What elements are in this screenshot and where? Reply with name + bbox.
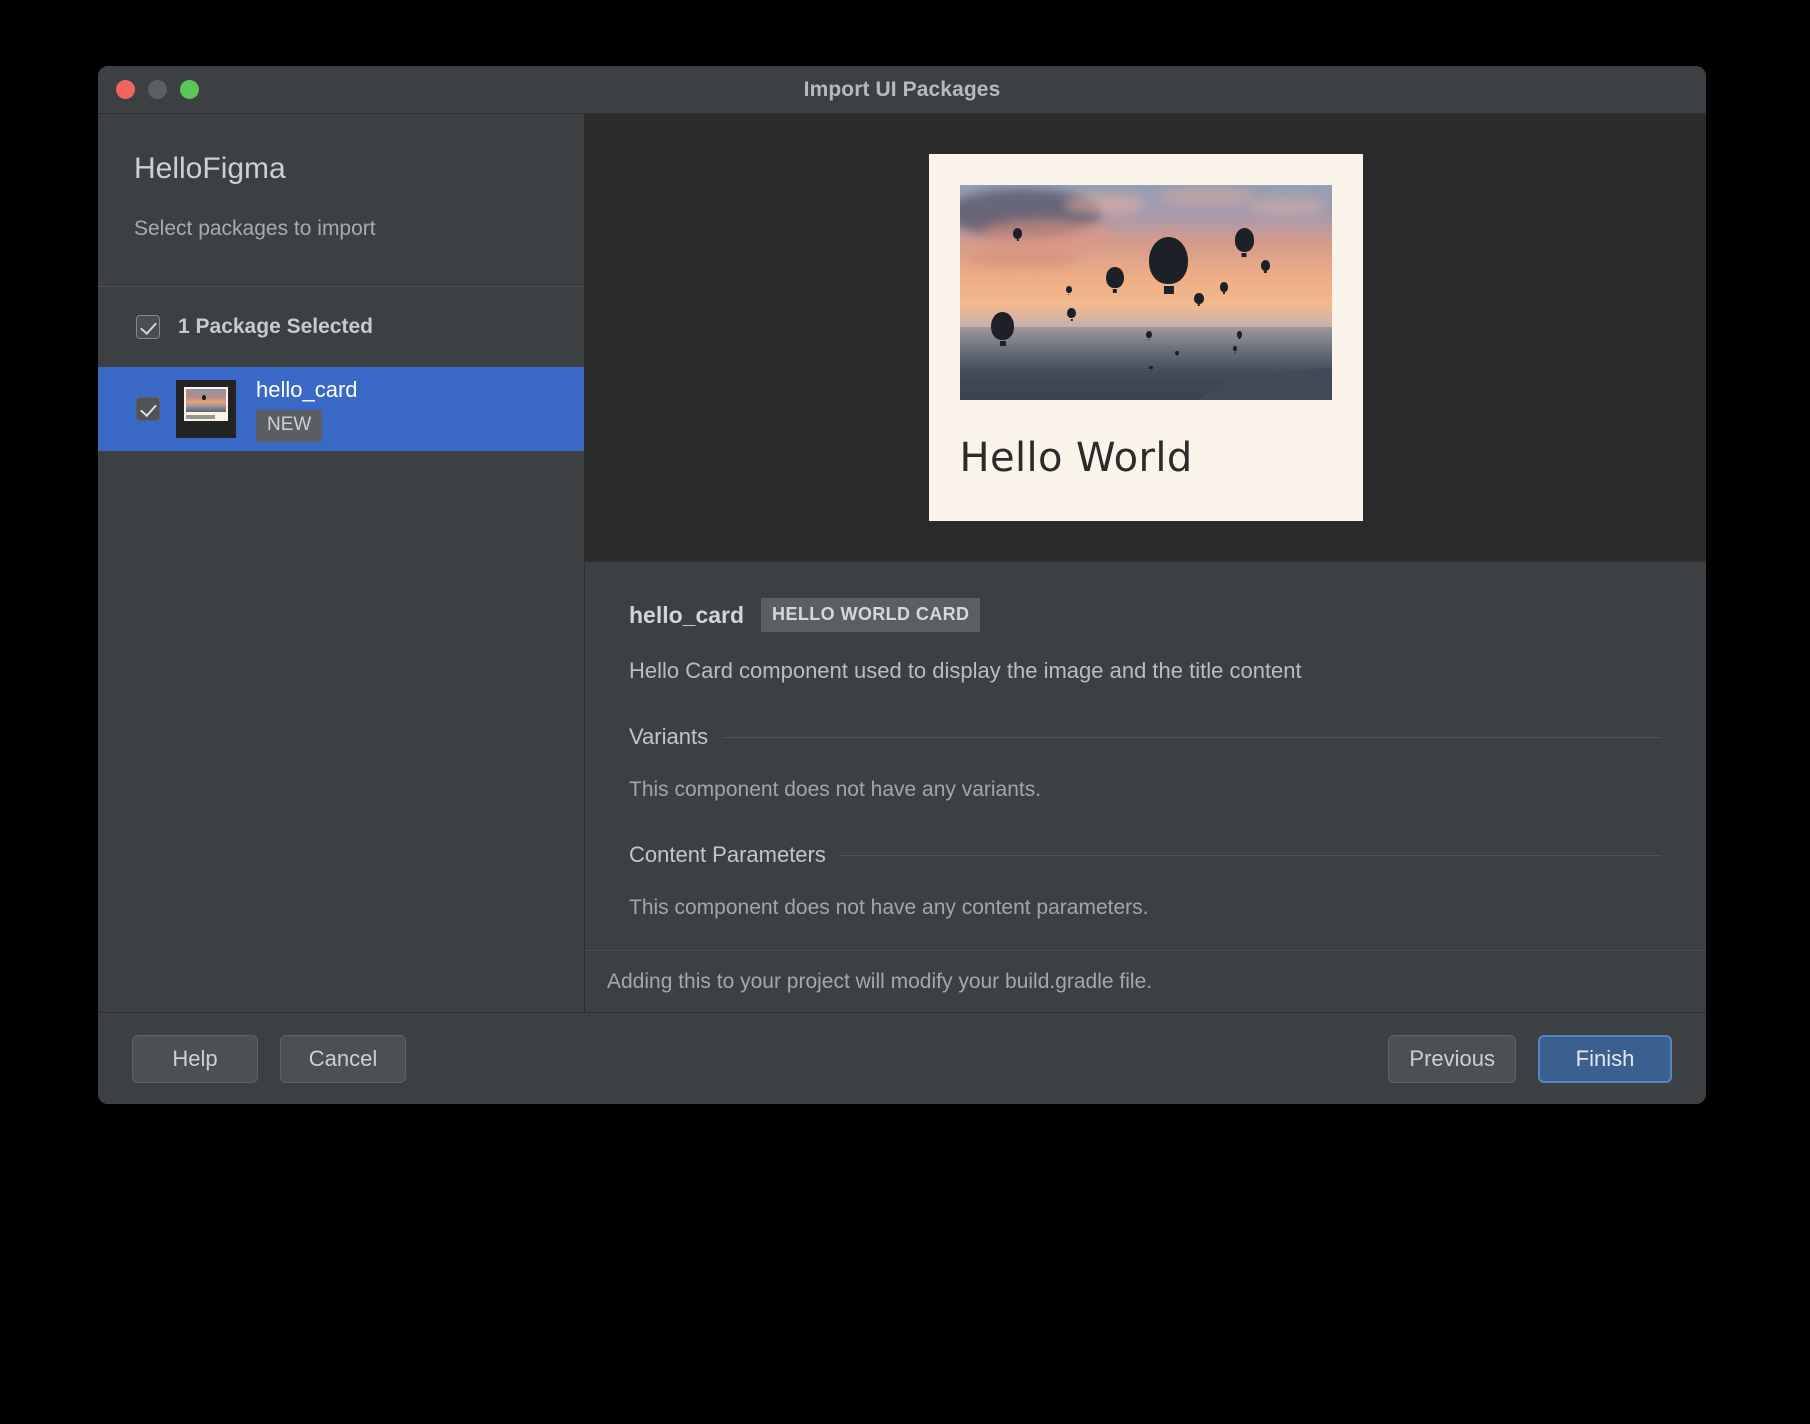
preview-card-title: Hello World: [959, 435, 1193, 481]
minimize-button-icon[interactable]: [148, 80, 167, 99]
component-preview-area: Hello World: [585, 114, 1706, 561]
thumbnail-title-line: [186, 415, 215, 419]
select-all-label: 1 Package Selected: [178, 315, 373, 338]
package-text: hello_card NEW: [256, 377, 358, 442]
import-ui-packages-dialog: Import UI Packages HelloFigma Select pac…: [98, 66, 1706, 1104]
package-list: hello_card NEW: [98, 367, 584, 1012]
balloon-sunset-image: [959, 185, 1332, 400]
desktop-background: Import UI Packages HelloFigma Select pac…: [0, 0, 1810, 1424]
close-button-icon[interactable]: [116, 80, 135, 99]
package-checkbox[interactable]: [136, 397, 160, 421]
dialog-body: HelloFigma Select packages to import 1 P…: [98, 114, 1706, 1012]
preview-card: Hello World: [928, 154, 1363, 521]
section-body-content-parameters: This component does not have any content…: [629, 896, 1149, 919]
section-rule: [839, 854, 1662, 856]
window-title: Import UI Packages: [803, 77, 1001, 101]
component-header: hello_card HELLO WORLD CARD: [629, 598, 1662, 632]
project-title: HelloFigma: [134, 152, 286, 185]
package-name: hello_card: [256, 376, 358, 402]
section-label-content-parameters: Content Parameters: [629, 842, 826, 867]
finish-button[interactable]: Finish: [1538, 1034, 1672, 1083]
section-body-variants: This component does not have any variant…: [629, 778, 1042, 801]
status-message: Adding this to your project will modify …: [585, 950, 1706, 1012]
select-all-row[interactable]: 1 Package Selected: [98, 287, 584, 367]
footer-right-buttons: Previous Finish: [1388, 1034, 1672, 1083]
package-thumbnail: [176, 380, 236, 438]
sidebar-subtitle: Select packages to import: [134, 217, 376, 240]
window-titlebar: Import UI Packages: [98, 66, 1706, 114]
thumbnail-card: [184, 387, 228, 421]
list-item[interactable]: hello_card NEW: [98, 367, 584, 451]
packages-sidebar: HelloFigma Select packages to import 1 P…: [98, 114, 585, 1012]
window-controls: [98, 80, 199, 99]
detail-pane: Hello World hello_card HELLO WORLD CARD …: [585, 114, 1706, 1012]
component-name: hello_card: [629, 601, 745, 628]
component-info: hello_card HELLO WORLD CARD Hello Card c…: [585, 561, 1706, 950]
section-header-variants: Variants: [629, 724, 1662, 750]
help-button[interactable]: Help: [132, 1034, 258, 1083]
section-label-variants: Variants: [629, 724, 709, 749]
thumbnail-image: [186, 389, 226, 412]
component-description: Hello Card component used to display the…: [629, 658, 1302, 683]
dialog-footer: Help Cancel Previous Finish: [98, 1012, 1706, 1104]
select-all-checkbox[interactable]: [136, 315, 160, 339]
package-new-badge: NEW: [256, 409, 323, 442]
maximize-button-icon[interactable]: [180, 80, 199, 99]
sidebar-header: HelloFigma Select packages to import: [98, 114, 584, 286]
footer-left-buttons: Help Cancel: [132, 1034, 406, 1083]
section-header-content-parameters: Content Parameters: [629, 842, 1662, 868]
section-rule: [722, 736, 1662, 738]
cancel-button[interactable]: Cancel: [280, 1034, 406, 1083]
component-badge: HELLO WORLD CARD: [761, 598, 981, 632]
previous-button[interactable]: Previous: [1388, 1034, 1516, 1083]
